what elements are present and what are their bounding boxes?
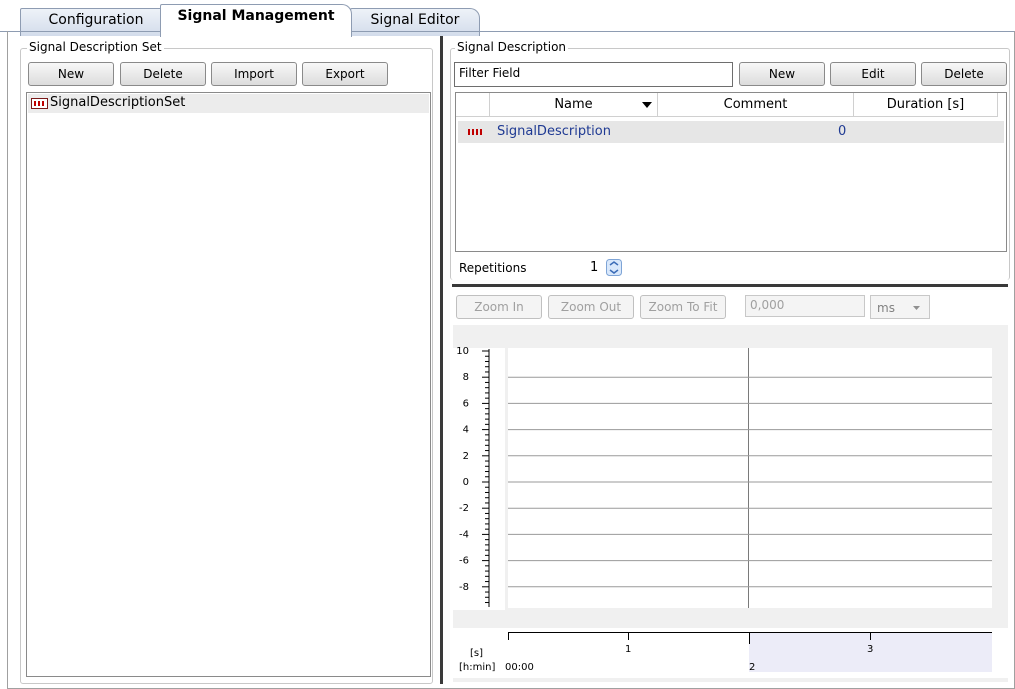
sort-desc-icon [642, 102, 652, 108]
time-tick-label: 3 [867, 644, 874, 655]
signal-set-icon [31, 98, 48, 109]
time-unit-label: [s] [470, 648, 484, 659]
row-name: SignalDescription [497, 124, 611, 139]
column-header-label: Name [554, 97, 593, 112]
tab-label: Configuration [48, 12, 144, 28]
table-row[interactable]: SignalDescription 0 [458, 121, 1004, 143]
signal-description-table: Name Comment Duration [s] SignalDescript… [455, 92, 1007, 252]
y-tick-label: 8 [463, 372, 469, 383]
y-axis: 10 8 6 4 2 0 -2 -4 -6 -8 [456, 346, 992, 607]
time-tick-label: 1 [625, 644, 632, 655]
time-axis-tick [870, 632, 871, 640]
y-tick-label: 4 [463, 425, 469, 436]
repetitions-spinner[interactable]: 1 [540, 258, 626, 278]
table-row-header-corner [456, 93, 490, 117]
clock-unit-label: [h:min] [459, 662, 496, 673]
row-duration: 0 [838, 124, 847, 139]
y-tick-label: -8 [459, 582, 469, 593]
clock-value: 00:00 [505, 662, 534, 673]
y-tick-label: 0 [463, 477, 469, 488]
zoom-to-fit-button[interactable]: Zoom To Fit [640, 295, 726, 319]
signal-description-title: Signal Description [455, 40, 569, 54]
tree-item-label: SignalDescriptionSet [50, 95, 186, 110]
set-import-button[interactable]: Import [211, 62, 297, 86]
time-axis-tick [749, 632, 750, 644]
horizontal-splitter[interactable] [452, 284, 1008, 287]
signal-set-tree[interactable]: SignalDescriptionSet [26, 92, 431, 677]
y-tick-label: -6 [459, 556, 469, 567]
position-field[interactable]: 0,000 [745, 295, 865, 317]
y-tick-label: -2 [459, 503, 469, 514]
column-header-name[interactable]: Name [490, 93, 658, 117]
unit-select[interactable]: ms [870, 295, 930, 319]
description-delete-button[interactable]: Delete [921, 62, 1007, 86]
set-new-button[interactable]: New [28, 62, 114, 86]
description-edit-button[interactable]: Edit [830, 62, 916, 86]
zoom-out-button[interactable]: Zoom Out [548, 295, 634, 319]
time-axis-line [508, 632, 992, 633]
y-tick-label: 10 [456, 346, 469, 357]
signal-description-set-title: Signal Description Set [27, 40, 164, 54]
y-tick-label: -4 [459, 529, 469, 540]
signal-icon [468, 129, 482, 135]
time-axis-tick [628, 632, 629, 640]
time-axis-tick [508, 632, 509, 640]
unit-select-value: ms [877, 301, 895, 315]
vertical-splitter[interactable] [440, 36, 443, 684]
column-header-label: Comment [723, 97, 788, 112]
repetitions-value: 1 [590, 260, 599, 275]
column-header-duration[interactable]: Duration [s] [854, 93, 998, 117]
repetitions-label: Repetitions [459, 261, 527, 275]
column-header-label: Duration [s] [886, 97, 965, 112]
tab-label: Signal Editor [370, 12, 460, 28]
y-tick-label: 6 [463, 398, 469, 409]
set-export-button[interactable]: Export [302, 62, 388, 86]
tab-strip: Configuration Signal Editor Signal Manag… [0, 0, 1015, 37]
tab-label: Signal Management [177, 8, 335, 24]
chevron-down-icon [913, 306, 920, 310]
clock-sub-tick-label: 2 [749, 662, 756, 673]
column-header-comment[interactable]: Comment [658, 93, 854, 117]
filter-field[interactable]: Filter Field [454, 62, 733, 87]
y-tick-label: 2 [463, 451, 469, 462]
spin-updown-icon[interactable] [606, 259, 622, 276]
set-delete-button[interactable]: Delete [120, 62, 206, 86]
tab-signal-management[interactable]: Signal Management [160, 4, 352, 37]
description-new-button[interactable]: New [739, 62, 825, 86]
zoom-in-button[interactable]: Zoom In [456, 295, 542, 319]
tree-item[interactable]: SignalDescriptionSet [28, 94, 429, 113]
